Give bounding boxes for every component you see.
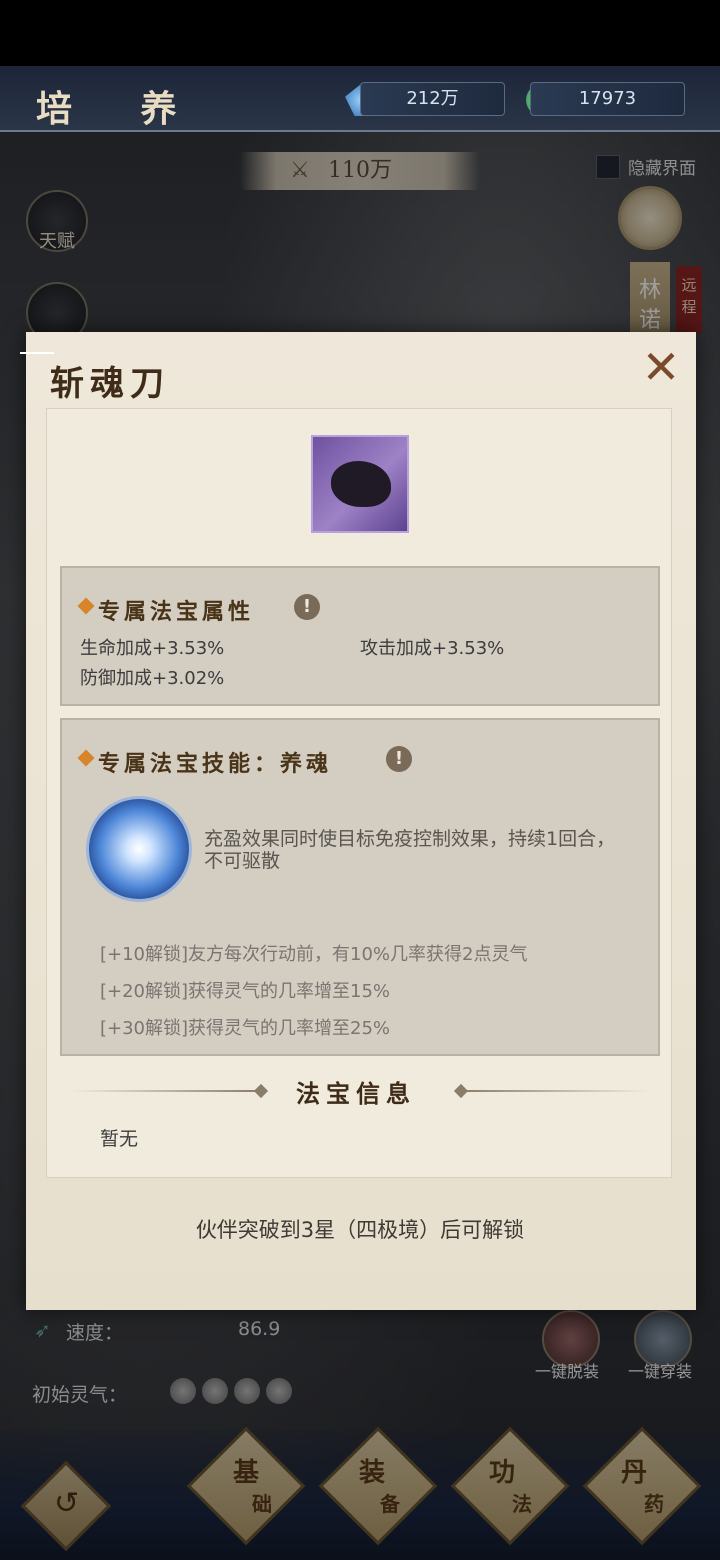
unlock-requirement: 伙伴突破到3星（四极境）后可解锁 bbox=[195, 1218, 525, 1242]
attr-defense: 防御加成+3.02% bbox=[80, 668, 225, 689]
currency-crystal[interactable]: 212万 bbox=[360, 82, 505, 116]
info-icon[interactable]: ! bbox=[386, 746, 412, 772]
info-heading: 法宝信息 bbox=[296, 1079, 416, 1108]
skill-orb-icon[interactable] bbox=[86, 796, 192, 902]
attributes-heading: 专属法宝属性 bbox=[98, 599, 255, 625]
info-body: 暂无 bbox=[100, 1128, 139, 1150]
unlock-tier-20: [+20解锁]获得灵气的几率增至15% bbox=[100, 981, 391, 1002]
status-bar bbox=[0, 0, 720, 66]
unlock-tier-30: [+30解锁]获得灵气的几率增至25% bbox=[100, 1018, 391, 1039]
unlock-tier-10: [+10解锁]友方每次行动前，有10%几率获得2点灵气 bbox=[100, 944, 528, 965]
attr-hp: 生命加成+3.53% bbox=[80, 638, 225, 659]
skill-heading: 专属法宝技能：养魂 bbox=[98, 751, 333, 777]
divider-right bbox=[460, 1090, 650, 1092]
attr-attack: 攻击加成+3.53% bbox=[360, 638, 505, 659]
close-button[interactable]: ✕ bbox=[638, 344, 684, 390]
page-title: 培 养 bbox=[36, 88, 205, 130]
currency-jade[interactable]: 17973 bbox=[530, 82, 685, 116]
skill-description: 充盈效果同时使目标免疫控制效果，持续1回合，不可驱散 bbox=[204, 828, 616, 872]
title-ornament bbox=[20, 352, 54, 354]
divider-left bbox=[70, 1090, 260, 1092]
modal-title: 斩魂刀 bbox=[50, 364, 170, 404]
info-icon[interactable]: ! bbox=[294, 594, 320, 620]
